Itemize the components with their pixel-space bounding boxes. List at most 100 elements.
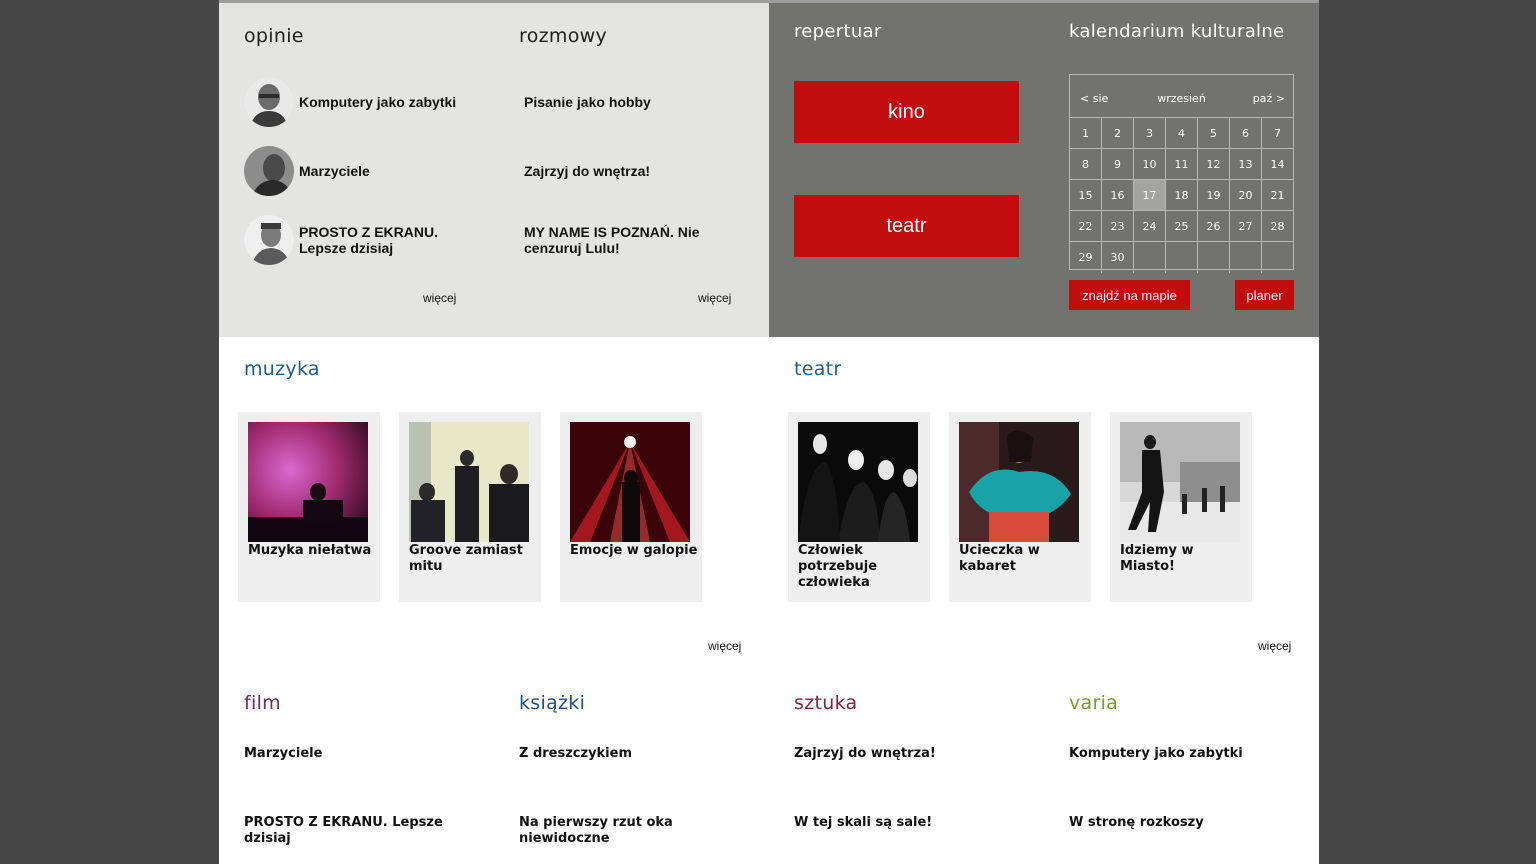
card-title[interactable]: Muzyka niełatwa — [248, 543, 376, 559]
card-image[interactable] — [959, 422, 1079, 542]
calendar-day[interactable]: 30 — [1102, 242, 1134, 273]
calendar-day[interactable]: 11 — [1166, 149, 1198, 180]
calendar-day[interactable]: 21 — [1262, 180, 1293, 211]
card-title[interactable]: Idziemy w Miasto! — [1120, 543, 1248, 575]
calendar-day[interactable]: 8 — [1070, 149, 1102, 180]
calendar-day[interactable]: 28 — [1262, 211, 1293, 242]
calendar-day[interactable]: 5 — [1198, 118, 1230, 149]
card-image[interactable] — [570, 422, 690, 542]
calendar-day[interactable]: 16 — [1102, 180, 1134, 211]
calendar-day[interactable]: 27 — [1230, 211, 1262, 242]
sztuka-item[interactable]: Zajrzyj do wnętrza! — [794, 746, 1014, 762]
sztuka-title[interactable]: sztuka — [794, 692, 857, 714]
calendar-day[interactable]: 13 — [1230, 149, 1262, 180]
card-title[interactable]: Groove zamiast mitu — [409, 543, 537, 575]
rozmowy-item-label[interactable]: Pisanie jako hobby — [524, 77, 754, 127]
author-avatar[interactable] — [244, 77, 294, 127]
varia-item[interactable]: Komputery jako zabytki — [1069, 746, 1289, 762]
calendar-day[interactable]: 7 — [1262, 118, 1293, 149]
card-image[interactable] — [409, 422, 529, 542]
card-title[interactable]: Człowiek potrzebuje człowieka — [798, 543, 926, 591]
calendar-day[interactable]: 12 — [1198, 149, 1230, 180]
calendar-day[interactable]: 23 — [1102, 211, 1134, 242]
author-avatar[interactable] — [244, 146, 294, 196]
muzyka-more-link[interactable]: więcej — [708, 639, 741, 653]
calendar-day[interactable]: 18 — [1166, 180, 1198, 211]
opinie-title[interactable]: opinie — [244, 25, 304, 47]
rozmowy-column: rozmowy Pisanie jako hobby Zajrzyj do wn… — [519, 3, 769, 337]
calendar-day[interactable]: 15 — [1070, 180, 1102, 211]
varia-item[interactable]: W stronę rozkoszy — [1069, 815, 1289, 831]
rozmowy-item-label[interactable]: Zajrzyj do wnętrza! — [524, 146, 754, 196]
calendar-next-link[interactable]: paź > — [1253, 92, 1285, 105]
calendar-prev-link[interactable]: < sie — [1080, 92, 1108, 105]
calendar-day[interactable]: 24 — [1134, 211, 1166, 242]
opinie-item-label[interactable]: Marzyciele — [299, 146, 489, 196]
calendar-grid: 1 2 3 4 5 6 7 8 9 10 11 12 13 14 15 16 17 18 19 20 21 22 23 24 2… — [1070, 118, 1293, 273]
opinie-item-label[interactable]: Komputery jako zabytki — [299, 77, 489, 127]
rozmowy-item[interactable]: Zajrzyj do wnętrza! — [519, 146, 769, 196]
calendar-day[interactable]: 4 — [1166, 118, 1198, 149]
sztuka-item[interactable]: W tej skali są sale! — [794, 815, 1014, 831]
calendar-header: wrzesień < sie paź > — [1070, 75, 1293, 118]
calendar-day[interactable]: 2 — [1102, 118, 1134, 149]
calendar-day[interactable]: 29 — [1070, 242, 1102, 273]
rozmowy-title[interactable]: rozmowy — [519, 25, 607, 47]
muzyka-card[interactable]: Emocje w galopie — [560, 412, 702, 602]
muzyka-card[interactable]: Muzyka niełatwa — [238, 412, 380, 602]
teatr-more-link[interactable]: więcej — [1258, 639, 1291, 653]
film-item[interactable]: Marzyciele — [244, 746, 464, 762]
card-image[interactable] — [1120, 422, 1240, 542]
calendar-day[interactable]: 22 — [1070, 211, 1102, 242]
teatr-card[interactable]: Ucieczka w kabaret — [949, 412, 1091, 602]
calendar-empty-cell — [1134, 242, 1166, 273]
card-image[interactable] — [798, 422, 918, 542]
ksiazki-item[interactable]: Z dreszczykiem — [519, 746, 739, 762]
film-title[interactable]: film — [244, 692, 281, 714]
ksiazki-item[interactable]: Na pierwszy rzut oka niewidoczne — [519, 815, 739, 847]
muzyka-card[interactable]: Groove zamiast mitu — [399, 412, 541, 602]
rozmowy-item[interactable]: MY NAME IS POZNAŃ. Nie cenzuruj Lulu! — [519, 215, 769, 265]
calendar-week-row: 8 9 10 11 12 13 14 — [1070, 149, 1293, 180]
calendar-day[interactable]: 10 — [1134, 149, 1166, 180]
kino-button[interactable]: kino — [794, 81, 1019, 143]
rozmowy-item-label[interactable]: MY NAME IS POZNAŃ. Nie cenzuruj Lulu! — [524, 215, 754, 265]
calendar-week-row: 22 23 24 25 26 27 28 — [1070, 211, 1293, 242]
calendar-day[interactable]: 26 — [1198, 211, 1230, 242]
teatr-title[interactable]: teatr — [794, 358, 842, 380]
film-item[interactable]: PROSTO Z EKRANU. Lepsze dzisiaj — [244, 815, 464, 847]
opinie-item[interactable]: PROSTO Z EKRANU. Lepsze dzisiaj — [244, 215, 494, 265]
calendar-day[interactable]: 9 — [1102, 149, 1134, 180]
calendar-day[interactable]: 19 — [1198, 180, 1230, 211]
calendar-day[interactable]: 25 — [1166, 211, 1198, 242]
ksiazki-title[interactable]: książki — [519, 692, 585, 714]
author-avatar[interactable] — [244, 215, 294, 265]
opinie-item-label[interactable]: PROSTO Z EKRANU. Lepsze dzisiaj — [299, 215, 489, 265]
muzyka-title[interactable]: muzyka — [244, 358, 320, 380]
opinie-item[interactable]: Komputery jako zabytki — [244, 77, 494, 127]
opinie-item[interactable]: Marzyciele — [244, 146, 494, 196]
varia-title[interactable]: varia — [1069, 692, 1118, 714]
calendar-day[interactable]: 17 — [1134, 180, 1166, 211]
calendar-day[interactable]: 3 — [1134, 118, 1166, 149]
card-image[interactable] — [248, 422, 368, 542]
calendar-day[interactable]: 6 — [1230, 118, 1262, 149]
rozmowy-more-link[interactable]: więcej — [698, 291, 731, 305]
calendar-empty-cell — [1230, 242, 1262, 273]
card-title[interactable]: Ucieczka w kabaret — [959, 543, 1087, 575]
teatr-card[interactable]: Człowiek potrzebuje człowieka — [788, 412, 930, 602]
page: opinie Komputery jako zabytki Marzyciele… — [219, 0, 1319, 864]
calendar-empty-cell — [1262, 242, 1293, 273]
planner-button[interactable]: planer — [1235, 280, 1294, 310]
teatr-button[interactable]: teatr — [794, 195, 1019, 257]
rozmowy-item[interactable]: Pisanie jako hobby — [519, 77, 769, 127]
opinie-more-link[interactable]: więcej — [423, 291, 456, 305]
teatr-card[interactable]: Idziemy w Miasto! — [1110, 412, 1252, 602]
calendar-day[interactable]: 1 — [1070, 118, 1102, 149]
find-on-map-button[interactable]: znajdź na mapie — [1069, 280, 1190, 310]
opinions-interviews-panel: opinie Komputery jako zabytki Marzyciele… — [219, 3, 769, 337]
card-title[interactable]: Emocje w galopie — [570, 543, 698, 559]
kalendarium-title: kalendarium kulturalne — [1069, 21, 1285, 42]
calendar-day[interactable]: 20 — [1230, 180, 1262, 211]
calendar-day[interactable]: 14 — [1262, 149, 1293, 180]
